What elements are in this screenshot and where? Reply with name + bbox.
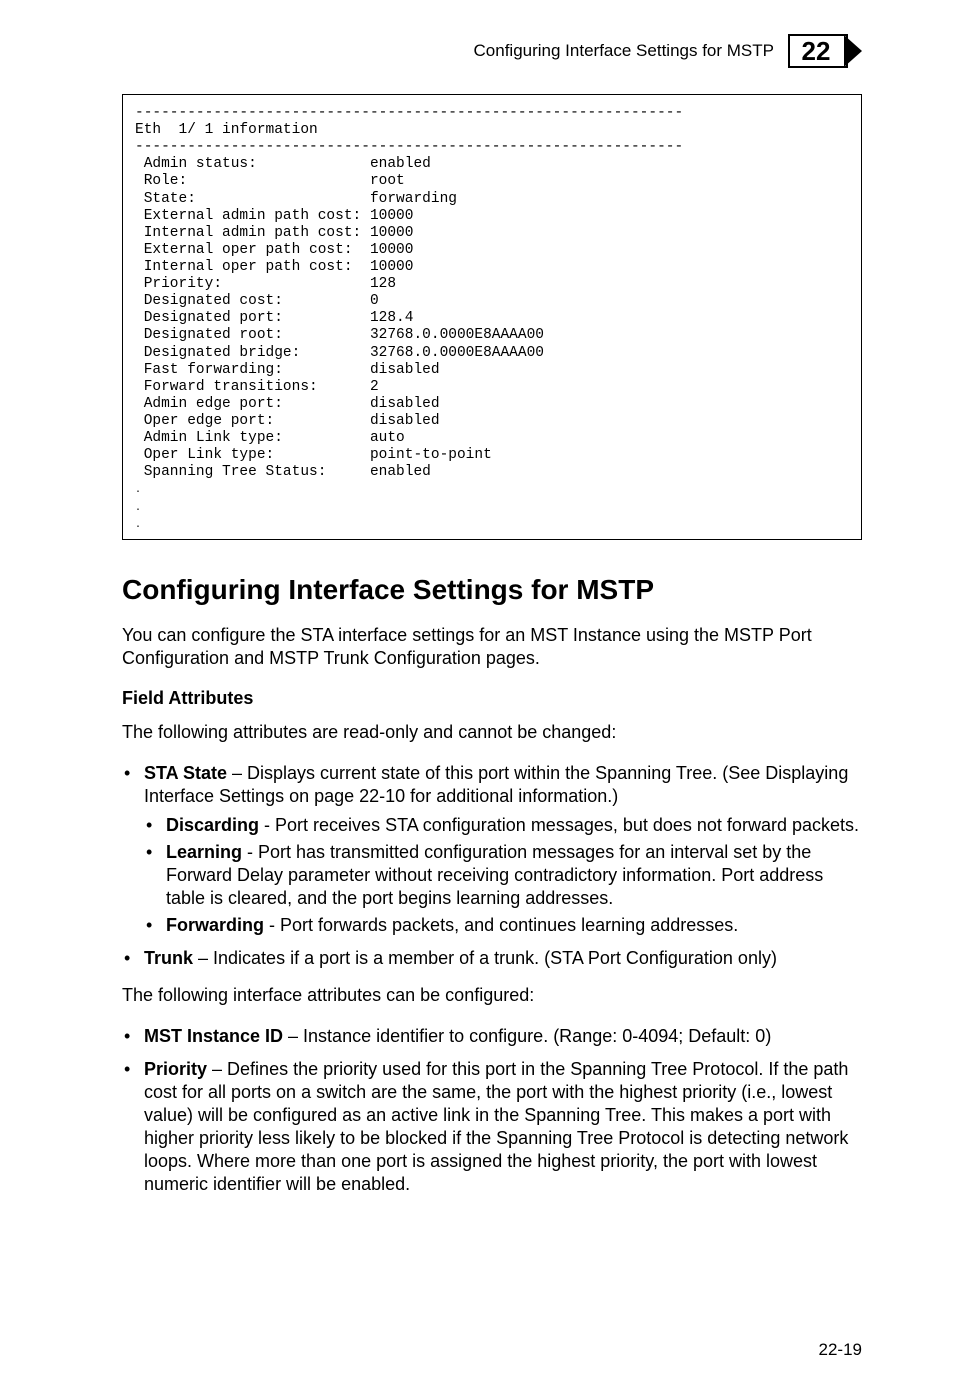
code-title: Eth 1/ 1 information [135, 122, 318, 138]
term: Learning [166, 842, 242, 862]
vertical-ellipsis-icon: . . . [135, 485, 141, 530]
term: Forwarding [166, 915, 264, 935]
code-row: Admin Link type: auto [135, 430, 405, 446]
term: Trunk [144, 948, 193, 968]
rest: – Displays current state of this port wi… [144, 763, 848, 806]
readonly-list: STA State – Displays current state of th… [122, 762, 862, 970]
code-row: Role: root [135, 173, 405, 189]
page: Configuring Interface Settings for MSTP … [0, 0, 954, 1388]
field-attributes-heading: Field Attributes [122, 688, 862, 709]
code-row: Oper Link type: point-to-point [135, 447, 492, 463]
list-item: STA State – Displays current state of th… [122, 762, 862, 937]
rest: – Defines the priority used for this por… [144, 1059, 848, 1194]
code-row: Designated root: 32768.0.0000E8AAAA00 [135, 327, 544, 343]
readonly-intro: The following attributes are read-only a… [122, 721, 862, 744]
list-item: Discarding - Port receives STA configura… [144, 814, 862, 837]
code-row: Designated cost: 0 [135, 293, 379, 309]
code-row: External admin path cost: 10000 [135, 208, 413, 224]
code-row: Forward transitions: 2 [135, 379, 379, 395]
rest: – Instance identifier to configure. (Ran… [283, 1026, 771, 1046]
config-intro: The following interface attributes can b… [122, 984, 862, 1007]
code-row: Designated port: 128.4 [135, 310, 413, 326]
code-row: Fast forwarding: disabled [135, 362, 440, 378]
section-intro: You can configure the STA interface sett… [122, 624, 862, 670]
chapter-number: 22 [802, 36, 831, 66]
running-header: Configuring Interface Settings for MSTP … [122, 30, 862, 72]
code-sep: ----------------------------------------… [135, 139, 683, 155]
running-title: Configuring Interface Settings for MSTP [474, 41, 774, 61]
list-item: Forwarding - Port forwards packets, and … [144, 914, 862, 937]
inner-list: Discarding - Port receives STA configura… [144, 814, 862, 937]
list-item: Trunk – Indicates if a port is a member … [122, 947, 862, 970]
code-row: Admin edge port: disabled [135, 396, 440, 412]
code-row: Admin status: enabled [135, 156, 431, 172]
code-row: Priority: 128 [135, 276, 396, 292]
code-row: Internal oper path cost: 10000 [135, 259, 413, 275]
code-row: State: forwarding [135, 191, 457, 207]
list-item: Priority – Defines the priority used for… [122, 1058, 862, 1196]
page-number: 22-19 [819, 1340, 862, 1360]
code-row: Internal admin path cost: 10000 [135, 225, 413, 241]
term: Discarding [166, 815, 259, 835]
term: MST Instance ID [144, 1026, 283, 1046]
chapter-badge-icon: 22 [788, 30, 862, 72]
list-item: MST Instance ID – Instance identifier to… [122, 1025, 862, 1048]
section-title: Configuring Interface Settings for MSTP [122, 574, 862, 606]
cli-output-block: ----------------------------------------… [122, 94, 862, 540]
rest: - Port receives STA configuration messag… [259, 815, 859, 835]
code-row: External oper path cost: 10000 [135, 242, 413, 258]
rest: - Port has transmitted configuration mes… [166, 842, 823, 908]
code-sep: ----------------------------------------… [135, 105, 683, 121]
code-row: Oper edge port: disabled [135, 413, 440, 429]
config-list: MST Instance ID – Instance identifier to… [122, 1025, 862, 1196]
rest: – Indicates if a port is a member of a t… [193, 948, 777, 968]
code-row: Spanning Tree Status: enabled [135, 464, 431, 480]
code-row: Designated bridge: 32768.0.0000E8AAAA00 [135, 345, 544, 361]
term: Priority [144, 1059, 207, 1079]
term: STA State [144, 763, 227, 783]
list-item: Learning - Port has transmitted configur… [144, 841, 862, 910]
rest: - Port forwards packets, and continues l… [264, 915, 738, 935]
